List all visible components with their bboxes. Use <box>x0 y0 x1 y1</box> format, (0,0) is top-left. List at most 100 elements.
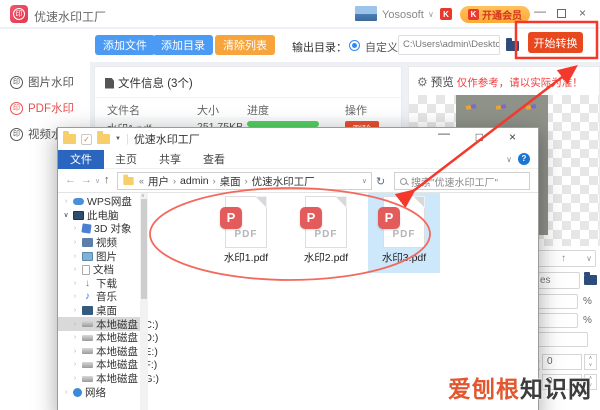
file-item-1[interactable]: P PDF 水印1.pdf <box>210 193 282 273</box>
history-chevron-icon[interactable]: ∨ <box>95 177 100 185</box>
watermark-mark <box>465 104 477 110</box>
pdf-badge-icon: P <box>300 207 322 229</box>
gear-icon[interactable]: ⚙ <box>417 75 428 89</box>
address-dropdown-icon[interactable]: ∨ <box>362 177 367 185</box>
toolbar-dropdown-icon[interactable]: ▼ <box>115 136 121 142</box>
minimize-button[interactable]: — <box>534 4 546 18</box>
vip-label: 开通会员 <box>482 11 522 22</box>
menu-home[interactable]: 主页 <box>104 151 148 167</box>
explorer-addressbar: ← → ∨ ↑ « 用户 › admin › 桌面 › 优速水印工厂 ∨ ↻ 搜… <box>58 169 538 193</box>
percent-label: % <box>583 296 592 307</box>
spinner-arrows[interactable]: ∧ ∨ <box>584 354 597 370</box>
avatar[interactable] <box>355 6 377 21</box>
breadcrumb-item[interactable]: admin <box>180 175 209 187</box>
col-filename: 文件名 <box>107 105 140 117</box>
ribbon-collapse-icon[interactable]: ∨ <box>506 155 512 164</box>
disk-icon <box>82 361 93 368</box>
output-path-input[interactable]: C:\Users\admin\Deskto <box>398 35 500 55</box>
tree-item-desktop[interactable]: › 桌面 <box>58 304 140 318</box>
pdf-badge-icon: P <box>220 207 242 229</box>
menu-view[interactable]: 查看 <box>192 151 236 167</box>
tree-item-disk-c[interactable]: › 本地磁盘 (C:) <box>58 317 158 331</box>
back-icon[interactable]: ← <box>65 174 76 186</box>
clear-list-button[interactable]: 清除列表 <box>215 35 275 55</box>
maximize-button[interactable] <box>557 9 566 18</box>
seal-icon: 印 <box>10 101 23 115</box>
explorer-titlebar[interactable]: ✓ ▼ | 优速水印工厂 — □ × <box>58 126 538 150</box>
scrollbar-thumb[interactable] <box>141 199 147 299</box>
scale-input[interactable] <box>536 313 578 328</box>
close-button[interactable]: × <box>579 6 586 20</box>
up-icon[interactable]: ↑ <box>104 174 110 186</box>
breadcrumb-prefix: « <box>139 176 145 186</box>
help-icon[interactable]: ? <box>518 153 530 165</box>
tree-item-pictures[interactable]: › 图片 <box>58 249 140 263</box>
tree-item-documents[interactable]: › 文档 <box>58 263 140 277</box>
sidebar-item-image-watermark[interactable]: 印 图片水印 <box>10 72 74 92</box>
custom-radio[interactable] <box>349 40 360 51</box>
style-select[interactable]: ↑ ∨ <box>536 250 596 267</box>
account-chevron-icon[interactable]: ∨ <box>428 10 434 19</box>
vip-upgrade-button[interactable]: K 开通会员 <box>460 6 530 23</box>
breadcrumb-separator: › <box>173 176 177 186</box>
watermark-mark <box>495 104 507 110</box>
file-label: 水印1.pdf <box>223 252 269 264</box>
breadcrumb-item[interactable]: 优速水印工厂 <box>252 174 315 189</box>
tree-item-disk-e[interactable]: › 本地磁盘 (E:) <box>58 345 158 359</box>
file-item-3-selected[interactable]: P PDF 水印3.pdf <box>368 193 440 273</box>
tree-item-disk-g[interactable]: › 本地磁盘 (G:) <box>58 372 159 386</box>
add-directory-button[interactable]: 添加目录 <box>153 35 213 55</box>
breadcrumb-item[interactable]: 用户 <box>148 174 169 189</box>
col-progress: 进度 <box>247 105 269 117</box>
download-icon: ↓ <box>85 277 90 289</box>
desktop-icon <box>82 306 93 316</box>
angle-input[interactable] <box>536 332 588 347</box>
percent-label: % <box>583 315 592 326</box>
tree-item-disk-f[interactable]: › 本地磁盘 (F:) <box>58 358 157 372</box>
opacity-input[interactable] <box>536 294 578 309</box>
breadcrumb[interactable]: « 用户 › admin › 桌面 › 优速水印工厂 ∨ <box>117 172 372 190</box>
tree-item-disk-d[interactable]: › 本地磁盘 (D:) <box>58 331 159 345</box>
explorer-close-button[interactable]: × <box>509 130 516 144</box>
breadcrumb-separator: › <box>212 176 216 186</box>
file-item-2[interactable]: P PDF 水印2.pdf <box>290 193 362 273</box>
menu-share[interactable]: 共享 <box>148 151 192 167</box>
start-convert-button[interactable]: 开始转换 <box>528 32 583 53</box>
k-badge-icon: K <box>468 9 479 20</box>
sidebar-item-label: PDF水印 <box>28 103 74 115</box>
spacing-value[interactable]: 0 <box>542 354 582 370</box>
site-watermark: 爱刨根知识网 <box>448 376 592 402</box>
sidebar-item-pdf-watermark[interactable]: 印 PDF水印 <box>10 98 74 118</box>
tree-item-downloads[interactable]: › ↓ 下载 <box>58 277 140 291</box>
output-dir-label: 输出目录： <box>292 42 347 54</box>
tree-item-videos[interactable]: › 视频 <box>58 236 140 250</box>
screen: 印 优速水印工厂 Yososoft ∨ K K 开通会员 — × 添加文件 添加… <box>0 0 600 410</box>
picture-icon <box>82 251 93 261</box>
disk-icon <box>82 348 93 355</box>
refresh-icon[interactable]: ↻ <box>376 175 385 188</box>
page-corner <box>335 196 347 208</box>
forward-icon[interactable]: → <box>81 174 92 186</box>
tree-item-this-pc[interactable]: ∨ 此电脑 <box>58 209 140 223</box>
tree-scrollbar[interactable]: ∧ <box>140 193 148 410</box>
font-folder-icon[interactable] <box>584 272 597 285</box>
tree-item-network[interactable]: › 网络 <box>58 385 140 399</box>
explorer-minimize-button[interactable]: — <box>438 126 450 140</box>
browse-folder-icon[interactable] <box>506 38 519 51</box>
tree-item-wps-cloud[interactable]: › WPS网盘 <box>58 195 140 209</box>
explorer-maximize-button[interactable]: □ <box>476 130 483 144</box>
add-file-button[interactable]: 添加文件 <box>95 35 155 55</box>
breadcrumb-separator: › <box>244 176 248 186</box>
computer-icon <box>73 210 84 220</box>
search-input[interactable]: 搜索"优速水印工厂" <box>394 172 530 190</box>
seal-icon: 印 <box>10 75 23 89</box>
menu-file[interactable]: 文件 <box>58 149 104 169</box>
tree-item-3d-objects[interactable]: › 3D 对象 <box>58 222 140 236</box>
col-size: 大小 <box>197 105 219 117</box>
tree-item-music[interactable]: › ♪ 音乐 <box>58 290 140 304</box>
font-input[interactable]: es <box>536 272 580 289</box>
account-name[interactable]: Yososoft <box>382 9 424 21</box>
cube-icon <box>81 223 92 235</box>
breadcrumb-item[interactable]: 桌面 <box>220 174 241 189</box>
quick-access-icon[interactable]: ✓ <box>81 133 92 145</box>
